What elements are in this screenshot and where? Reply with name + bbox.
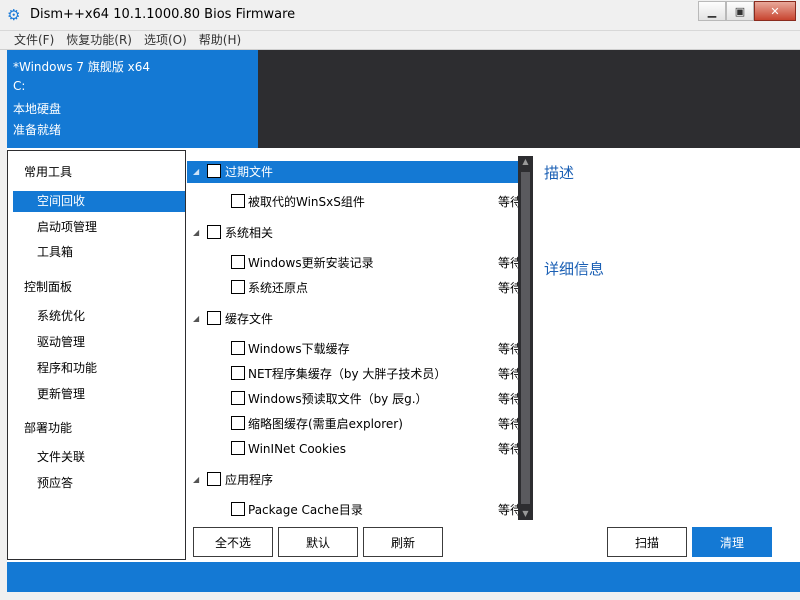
group-label: 缓存文件 — [225, 312, 274, 326]
window-frame-left — [0, 50, 7, 592]
sidebar-item-updates[interactable]: 更新管理 — [13, 384, 185, 405]
collapse-icon[interactable]: ◢ — [193, 469, 199, 491]
session-list-area — [258, 50, 800, 148]
checkbox[interactable] — [231, 366, 245, 380]
sidebar-category-deploy: 部署功能 — [24, 421, 73, 435]
item-label: Package Cache目录 — [248, 503, 363, 517]
list-item[interactable]: 缩略图缓存(需重启explorer) 等待 — [187, 413, 533, 435]
list-group-cache[interactable]: ◢ 缓存文件 — [187, 308, 518, 330]
checkbox[interactable] — [231, 255, 245, 269]
drive-letter: C: — [13, 79, 26, 93]
list-item[interactable]: Package Cache目录 等待 — [187, 499, 533, 520]
menu-file[interactable]: 文件(F) — [8, 31, 60, 49]
drive-type: 本地硬盘 — [13, 102, 62, 116]
sidebar-item-startup[interactable]: 启动项管理 — [13, 217, 185, 238]
checkbox[interactable] — [207, 225, 221, 239]
sidebar: 常用工具 空间回收 启动项管理 工具箱 控制面板 系统优化 驱动管理 程序和功能… — [7, 150, 186, 560]
sidebar-item-file-assoc[interactable]: 文件关联 — [13, 447, 185, 468]
menu-restore[interactable]: 恢复功能(R) — [60, 31, 138, 49]
close-button[interactable]: ✕ — [754, 1, 796, 21]
item-label: Windows更新安装记录 — [248, 256, 374, 270]
checkbox[interactable] — [231, 341, 245, 355]
checkbox[interactable] — [207, 164, 221, 178]
sidebar-category-tools: 常用工具 — [24, 165, 73, 179]
item-label: NET程序集缓存（by 大胖子技术员） — [248, 367, 447, 381]
collapse-icon[interactable]: ◢ — [193, 222, 199, 244]
item-label: Windows下载缓存 — [248, 342, 350, 356]
checkbox[interactable] — [231, 280, 245, 294]
checkbox[interactable] — [231, 391, 245, 405]
list-scrollbar[interactable]: ▲ ▼ — [518, 156, 533, 520]
default-button[interactable]: 默认 — [278, 527, 358, 557]
session-status: 准备就绪 — [13, 123, 62, 137]
window-frame-bottom — [0, 592, 800, 600]
checkbox[interactable] — [231, 194, 245, 208]
list-item[interactable]: WinINet Cookies 等待 — [187, 438, 533, 460]
list-item[interactable]: Windows更新安装记录 等待 — [187, 252, 533, 274]
cleanup-list: ◢ 过期文件 被取代的WinSxS组件 等待 ◢ 系统相关 Windows更新安… — [187, 150, 533, 520]
session-info-panel[interactable]: *Windows 7 旗舰版 x64 C: 本地硬盘 准备就绪 — [7, 50, 258, 148]
sidebar-item-drivers[interactable]: 驱动管理 — [13, 332, 185, 353]
checkbox[interactable] — [207, 472, 221, 486]
minimize-button[interactable]: ▁ — [698, 1, 726, 21]
menu-bar: 文件(F) 恢复功能(R) 选项(O) 帮助(H) — [0, 31, 800, 50]
list-group-applications[interactable]: ◢ 应用程序 — [187, 469, 518, 491]
sidebar-category-control-panel: 控制面板 — [24, 280, 73, 294]
menu-options[interactable]: 选项(O) — [138, 31, 193, 49]
checkbox[interactable] — [231, 441, 245, 455]
item-label: 被取代的WinSxS组件 — [248, 195, 365, 209]
refresh-button[interactable]: 刷新 — [363, 527, 443, 557]
scroll-thumb[interactable] — [521, 172, 530, 504]
item-label: WinINet Cookies — [248, 442, 346, 456]
sidebar-item-answer-file[interactable]: 预应答 — [13, 473, 185, 494]
maximize-button[interactable]: ▣ — [726, 1, 754, 21]
sidebar-item-system-optimize[interactable]: 系统优化 — [13, 306, 185, 327]
item-label: Windows预读取文件（by 辰g.） — [248, 392, 428, 406]
list-item[interactable]: 系统还原点 等待 — [187, 277, 533, 299]
checkbox[interactable] — [231, 502, 245, 516]
group-label: 过期文件 — [225, 165, 274, 179]
collapse-icon[interactable]: ◢ — [193, 161, 199, 183]
close-icon: ✕ — [770, 4, 780, 18]
window-controls: ▁ ▣ ✕ — [698, 1, 796, 21]
deselect-all-button[interactable]: 全不选 — [193, 527, 273, 557]
collapse-icon[interactable]: ◢ — [193, 308, 199, 330]
window-title: Dism++x64 10.1.1000.80 Bios Firmware — [30, 7, 296, 22]
sidebar-item-programs[interactable]: 程序和功能 — [13, 358, 185, 379]
list-item[interactable]: Windows下载缓存 等待 — [187, 338, 533, 360]
item-label: 系统还原点 — [248, 281, 309, 295]
gears-icon: ⚙ — [7, 6, 21, 24]
list-item[interactable]: NET程序集缓存（by 大胖子技术员） 等待 — [187, 363, 533, 385]
sidebar-item-toolbox[interactable]: 工具箱 — [13, 242, 185, 263]
list-item[interactable]: 被取代的WinSxS组件 等待 — [187, 191, 533, 213]
maximize-icon: ▣ — [734, 4, 746, 18]
scroll-up-icon[interactable]: ▲ — [518, 156, 533, 168]
minimize-icon: ▁ — [707, 4, 717, 18]
os-name: *Windows 7 旗舰版 x64 — [13, 60, 151, 74]
menu-help[interactable]: 帮助(H) — [193, 31, 247, 49]
checkbox[interactable] — [207, 311, 221, 325]
status-bar — [7, 562, 800, 592]
group-label: 应用程序 — [225, 473, 274, 487]
list-group-expired-files[interactable]: ◢ 过期文件 — [187, 161, 518, 183]
list-item[interactable]: Windows预读取文件（by 辰g.） 等待 — [187, 388, 533, 410]
sidebar-item-space-cleanup[interactable]: 空间回收 — [13, 191, 185, 212]
group-label: 系统相关 — [225, 226, 274, 240]
item-label: 缩略图缓存(需重启explorer) — [248, 417, 403, 431]
scroll-down-icon[interactable]: ▼ — [518, 508, 533, 520]
details-heading: 详细信息 — [544, 260, 605, 278]
description-heading: 描述 — [544, 164, 575, 182]
clean-button[interactable]: 清理 — [692, 527, 772, 557]
list-group-system[interactable]: ◢ 系统相关 — [187, 222, 518, 244]
scan-button[interactable]: 扫描 — [607, 527, 687, 557]
checkbox[interactable] — [231, 416, 245, 430]
title-bar[interactable]: ⚙ Dism++x64 10.1.1000.80 Bios Firmware ▁… — [0, 0, 800, 31]
